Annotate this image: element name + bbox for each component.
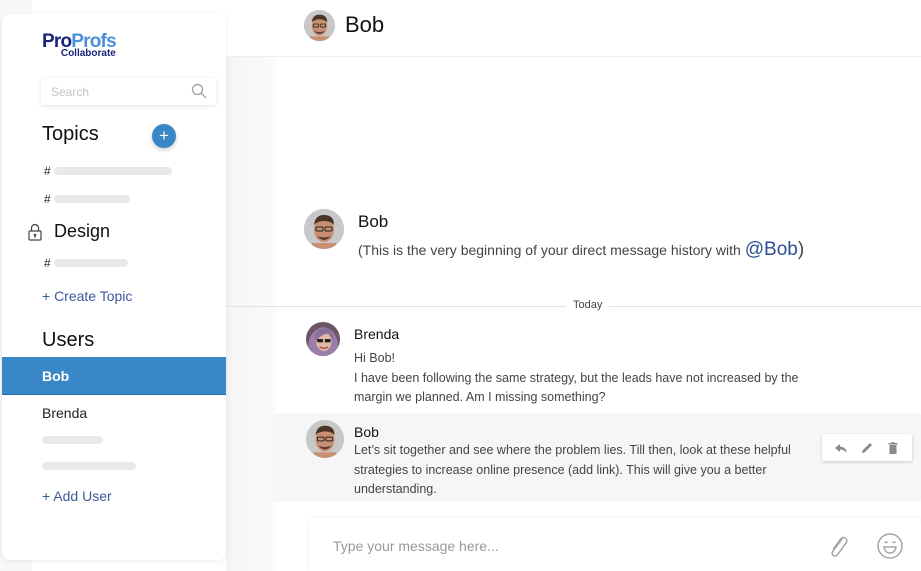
message-line: Let’s sit together and see where the pro…	[354, 443, 791, 496]
users-heading: Users	[42, 329, 95, 351]
proprofs-logo[interactable]: ProProfs Collaborate	[42, 32, 117, 59]
delete-icon[interactable]	[886, 441, 900, 455]
message-author: Bob	[354, 424, 379, 440]
header-avatar-bob	[304, 10, 335, 41]
bob-avatar-icon	[304, 10, 335, 41]
message-line: I have been following the same strategy,…	[354, 370, 799, 405]
intro-text-body: (This is the very beginning of your dire…	[358, 242, 745, 258]
message-line: Hi Bob!	[354, 351, 395, 365]
sidebar: ProProfs Collaborate Topics + # # Design…	[2, 14, 226, 560]
chat-header: Bob	[226, 0, 921, 57]
intro-avatar-bob	[304, 209, 344, 249]
intro-text-suffix: )	[797, 239, 805, 260]
brenda-avatar	[306, 322, 340, 356]
edit-icon[interactable]	[860, 441, 874, 455]
create-topic-link[interactable]: + Create Topic	[42, 288, 132, 304]
search-input[interactable]	[51, 78, 181, 105]
search-box	[41, 78, 216, 105]
brenda-avatar-icon	[306, 322, 340, 356]
intro-text: (This is the very beginning of your dire…	[358, 239, 804, 261]
bob-avatar-icon	[304, 209, 344, 249]
topic-item[interactable]: #	[44, 164, 172, 178]
design-group-label: Design	[54, 221, 111, 241]
topic-name-placeholder	[53, 195, 130, 203]
mention-link[interactable]: @Bob	[745, 239, 798, 260]
chat-title: Bob	[345, 12, 385, 37]
message-composer	[309, 518, 921, 571]
emoji-icon[interactable]	[876, 532, 904, 560]
topic-item[interactable]: #	[44, 256, 128, 270]
bob-avatar-icon	[306, 420, 344, 458]
search-icon[interactable]	[191, 83, 207, 99]
user-item-brenda[interactable]: Brenda	[2, 394, 226, 432]
main-shadow-strip	[226, 57, 276, 571]
attach-icon[interactable]	[825, 533, 851, 559]
topic-item[interactable]: #	[44, 192, 130, 206]
message-input[interactable]	[333, 532, 793, 560]
topic-name-placeholder	[53, 259, 128, 267]
lock-icon	[28, 223, 42, 241]
add-user-link[interactable]: + Add User	[42, 488, 112, 504]
private-group-design[interactable]: Design	[28, 221, 110, 242]
hash-icon: #	[44, 164, 51, 178]
user-name-placeholder[interactable]	[42, 436, 103, 444]
message-body: Hi Bob! I have been following the same s…	[354, 349, 824, 408]
message-author: Brenda	[354, 326, 400, 342]
topic-name-placeholder	[53, 167, 172, 175]
bob-message-avatar	[306, 420, 344, 458]
user-name-placeholder[interactable]	[42, 462, 136, 470]
add-topic-button[interactable]: +	[152, 124, 176, 148]
topics-heading: Topics	[42, 123, 99, 145]
user-item-bob[interactable]: Bob	[2, 357, 226, 395]
day-divider-label: Today	[566, 299, 610, 311]
message-actions-toolbar	[822, 434, 912, 461]
intro-name: Bob	[358, 212, 389, 231]
hash-icon: #	[44, 192, 51, 206]
hash-icon: #	[44, 256, 51, 270]
reply-icon[interactable]	[834, 441, 848, 455]
message-body: Let’s sit together and see where the pro…	[354, 441, 824, 500]
